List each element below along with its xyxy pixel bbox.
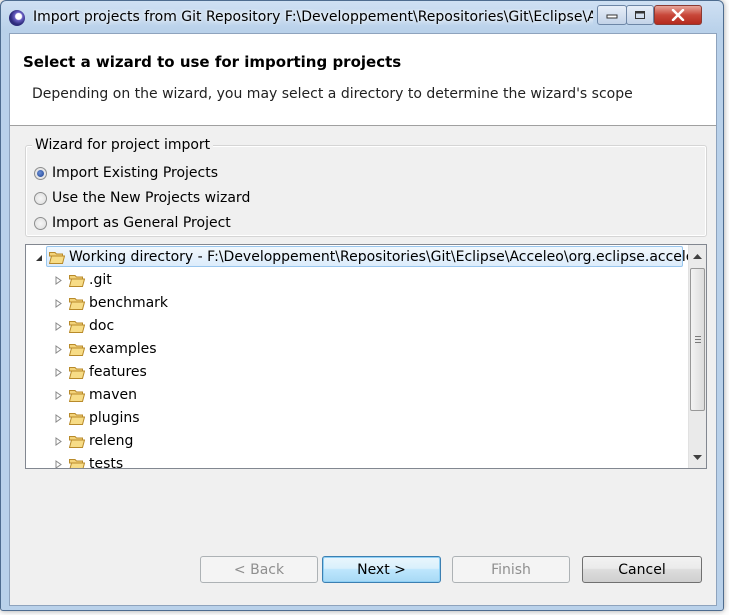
expand-arrow-icon[interactable] <box>52 389 64 401</box>
next-button[interactable]: Next > <box>322 556 441 583</box>
scrollbar-thumb[interactable] <box>690 268 705 411</box>
open-folder-icon <box>49 251 65 264</box>
finish-button[interactable]: Finish <box>452 556 570 583</box>
expand-arrow-icon[interactable] <box>52 274 64 286</box>
tree-item-label: plugins <box>89 410 140 426</box>
tree-item[interactable]: tests <box>52 453 124 469</box>
tree-root-item[interactable]: Working directory - F:\Developpement\Rep… <box>32 246 703 268</box>
tree-item[interactable]: plugins <box>52 407 140 429</box>
cancel-button[interactable]: Cancel <box>582 556 702 583</box>
tree-item[interactable]: examples <box>52 338 157 360</box>
tree-item-label: examples <box>89 341 157 357</box>
title-bar[interactable]: Import projects from Git Repository F:\D… <box>1 1 723 33</box>
expand-arrow-icon[interactable] <box>52 366 64 378</box>
tree-item[interactable]: .git <box>52 269 112 291</box>
folder-icon <box>69 343 85 356</box>
folder-icon <box>69 458 85 468</box>
maximize-button[interactable] <box>626 5 654 25</box>
radio-import-existing[interactable]: Import Existing Projects <box>34 163 218 183</box>
back-button[interactable]: < Back <box>200 556 318 583</box>
eclipse-icon <box>9 10 25 26</box>
radio-label: Import Existing Projects <box>52 165 219 181</box>
radio-general-project[interactable]: Import as General Project <box>34 213 231 233</box>
folder-icon <box>69 435 85 448</box>
tree-item-label: benchmark <box>89 295 169 311</box>
scroll-up-button[interactable] <box>689 247 706 264</box>
expand-arrow-icon[interactable] <box>52 412 64 424</box>
wizard-group: Wizard for project import Import Existin… <box>25 137 707 237</box>
folder-icon <box>69 320 85 333</box>
radio-label: Use the New Projects wizard <box>52 190 251 206</box>
tree-item[interactable]: benchmark <box>52 292 168 314</box>
directory-tree[interactable]: Working directory - F:\Developpement\Rep… <box>25 244 707 469</box>
radio-new-projects-wizard[interactable]: Use the New Projects wizard <box>34 188 250 208</box>
tree-item-label: tests <box>89 456 124 469</box>
minimize-icon <box>606 14 618 19</box>
radio-button-selected[interactable] <box>34 166 47 180</box>
expand-arrow-icon[interactable] <box>52 343 64 355</box>
radio-label: Import as General Project <box>52 215 231 231</box>
tree-item-label: .git <box>89 272 112 288</box>
maximize-icon <box>635 11 645 19</box>
wizard-banner: Select a wizard to use for importing pro… <box>10 34 716 126</box>
folder-icon <box>69 389 85 402</box>
expand-arrow-icon[interactable] <box>52 320 64 332</box>
import-dialog: Import projects from Git Repository F:\D… <box>0 0 724 611</box>
radio-button[interactable] <box>34 191 47 205</box>
folder-icon <box>69 274 85 287</box>
tree-item[interactable]: features <box>52 361 147 383</box>
expand-arrow-icon[interactable] <box>52 297 64 309</box>
tree-item[interactable]: maven <box>52 384 137 406</box>
tree-item[interactable]: doc <box>52 315 114 337</box>
expand-arrow-icon[interactable] <box>52 435 64 447</box>
window-title: Import projects from Git Repository F:\D… <box>33 9 593 25</box>
folder-icon <box>69 297 85 310</box>
tree-item-label: releng <box>89 433 134 449</box>
vertical-scrollbar[interactable] <box>688 245 706 468</box>
arrow-up-icon <box>693 253 702 259</box>
wizard-group-label: Wizard for project import <box>32 137 214 153</box>
close-button[interactable] <box>654 5 702 25</box>
tree-root-label: Working directory - F:\Developpement\Rep… <box>69 249 703 265</box>
dialog-client-area: Select a wizard to use for importing pro… <box>9 33 717 606</box>
close-icon <box>671 9 685 21</box>
expand-arrow-icon[interactable] <box>52 458 64 468</box>
banner-description: Depending on the wizard, you may select … <box>32 86 633 102</box>
tree-item-label: features <box>89 364 147 380</box>
radio-button[interactable] <box>34 216 47 230</box>
folder-icon <box>69 366 85 379</box>
tree-item[interactable]: releng <box>52 430 133 452</box>
scroll-down-button[interactable] <box>689 449 706 466</box>
minimize-button[interactable] <box>597 5 627 25</box>
banner-title: Select a wizard to use for importing pro… <box>23 53 402 71</box>
tree-item-label: maven <box>89 387 137 403</box>
arrow-down-icon <box>693 454 702 460</box>
collapse-arrow-icon[interactable] <box>32 251 44 263</box>
tree-item-label: doc <box>89 318 115 334</box>
folder-icon <box>69 412 85 425</box>
